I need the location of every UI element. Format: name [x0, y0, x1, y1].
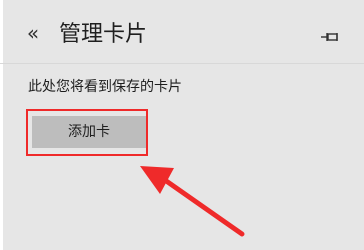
back-button[interactable]: « — [22, 20, 44, 46]
pin-button[interactable] — [320, 29, 342, 45]
arrow-shaft — [159, 175, 245, 237]
annotation-arrow — [140, 166, 245, 237]
saved-cards-info-text: 此处您将看到保存的卡片 — [28, 79, 182, 95]
add-card-button[interactable]: 添加卡 — [32, 116, 146, 148]
pin-icon — [321, 33, 338, 41]
page-title: 管理卡片 — [59, 22, 148, 47]
window-edge — [0, 0, 3, 250]
header-divider — [0, 63, 364, 64]
back-icon: « — [26, 21, 40, 45]
